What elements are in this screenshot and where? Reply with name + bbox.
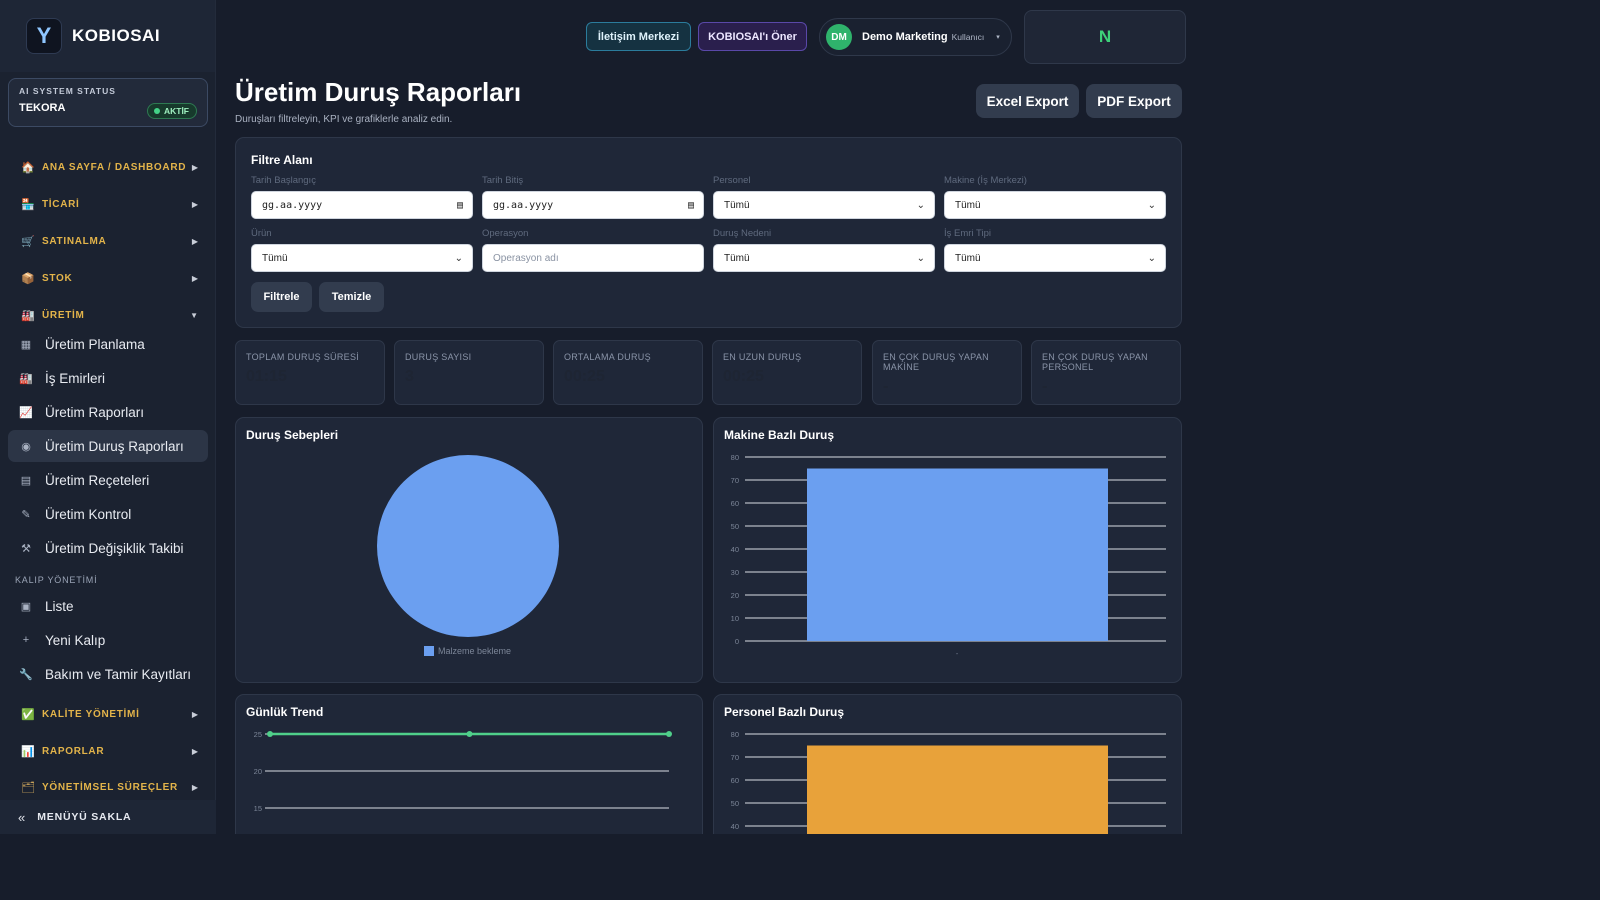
y-tick-label: 50: [731, 799, 739, 808]
y-tick-label: 70: [731, 476, 739, 485]
legend-label: Malzeme bekleme: [438, 646, 511, 656]
page-bottom: [216, 834, 1600, 900]
data-point: [466, 731, 473, 737]
y-tick-label: 70: [731, 753, 739, 762]
y-tick-label: 80: [731, 730, 739, 739]
y-tick-label: 25: [254, 730, 262, 739]
y-tick-label: 10: [731, 614, 739, 623]
y-tick-label: 40: [731, 545, 739, 554]
x-tick-label: -: [956, 651, 959, 658]
data-point: [666, 731, 672, 737]
y-tick-label: 20: [731, 591, 739, 600]
y-tick-label: 50: [731, 522, 739, 531]
y-tick-label: 20: [254, 767, 262, 776]
bar: [807, 468, 1108, 641]
y-tick-label: 0: [735, 637, 739, 646]
y-tick-label: 60: [731, 499, 739, 508]
charts-layer: Malzeme bekleme 0 10 20 30 40 50 60 70 80 - 25 20 15 8…: [254, 453, 1166, 834]
pie-slice: [377, 455, 559, 637]
y-tick-label: 80: [731, 453, 739, 462]
y-tick-label: 40: [731, 822, 739, 831]
y-tick-label: 15: [254, 804, 262, 813]
y-tick-label: 30: [731, 568, 739, 577]
y-tick-label: 60: [731, 776, 739, 785]
legend-swatch: [424, 646, 434, 656]
data-point: [267, 731, 273, 737]
bar: [807, 745, 1108, 834]
